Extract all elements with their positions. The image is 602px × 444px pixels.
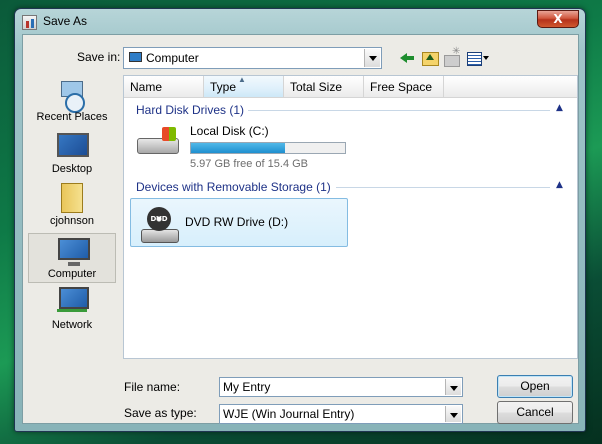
file-name-input[interactable]: My Entry bbox=[219, 377, 463, 397]
chevron-down-icon[interactable] bbox=[445, 379, 461, 395]
recent-places-icon bbox=[57, 79, 87, 113]
drive-name: DVD RW Drive (D:) bbox=[185, 215, 289, 229]
save-as-type-dropdown[interactable]: WJE (Win Journal Entry) bbox=[219, 404, 463, 424]
chevron-down-icon[interactable] bbox=[364, 49, 380, 67]
views-menu-icon[interactable] bbox=[466, 49, 492, 67]
column-header-name[interactable]: Name bbox=[124, 76, 204, 98]
chevron-down-icon[interactable] bbox=[445, 406, 461, 422]
dvd-drive-icon: DVD bbox=[141, 207, 179, 243]
window-title: Save As bbox=[43, 14, 88, 28]
new-folder-icon[interactable] bbox=[443, 46, 461, 67]
place-computer[interactable]: Computer bbox=[28, 233, 116, 283]
column-header-filler bbox=[444, 76, 577, 98]
up-folder-icon[interactable] bbox=[421, 49, 439, 67]
column-header-label: Type bbox=[210, 80, 237, 94]
journal-app-icon bbox=[22, 15, 37, 30]
user-folder-icon bbox=[61, 183, 83, 213]
save-as-dialog: Save As X Save in: Computer Recent Place… bbox=[14, 8, 586, 432]
group-divider bbox=[336, 187, 550, 188]
column-header-free-space[interactable]: Free Space bbox=[364, 76, 444, 98]
drive-item-local-disk[interactable]: Local Disk (C:) 5.97 GB free of 15.4 GB bbox=[129, 120, 354, 172]
collapse-group-icon[interactable]: ▲ bbox=[556, 180, 563, 190]
desktop-icon bbox=[57, 133, 89, 157]
collapse-group-icon[interactable]: ▲ bbox=[556, 103, 563, 113]
save-in-value: Computer bbox=[146, 51, 199, 65]
dialog-body: Save in: Computer Recent Places Desktop … bbox=[22, 34, 579, 424]
capacity-bar bbox=[190, 142, 346, 154]
capacity-used-fill bbox=[191, 143, 286, 153]
free-space-text: 5.97 GB free of 15.4 GB bbox=[190, 158, 309, 170]
place-user[interactable]: cjohnson bbox=[28, 181, 116, 231]
open-button[interactable]: Open bbox=[497, 375, 573, 398]
place-label: Network bbox=[51, 319, 93, 331]
title-bar[interactable]: Save As X bbox=[15, 9, 585, 35]
group-title-removable[interactable]: Devices with Removable Storage (1) bbox=[136, 180, 331, 194]
save-as-type-label: Save as type: bbox=[124, 406, 197, 420]
back-icon[interactable] bbox=[399, 49, 417, 67]
place-desktop[interactable]: Desktop bbox=[28, 129, 116, 179]
file-list-view[interactable]: Name Type ▲ Total Size Free Space Hard D… bbox=[123, 75, 578, 359]
group-title-hard-disks[interactable]: Hard Disk Drives (1) bbox=[136, 103, 244, 117]
cancel-button[interactable]: Cancel bbox=[497, 401, 573, 424]
place-label: Desktop bbox=[51, 163, 93, 175]
group-divider bbox=[248, 110, 550, 111]
sort-ascending-icon: ▲ bbox=[238, 75, 246, 84]
column-header-total-size[interactable]: Total Size bbox=[284, 76, 364, 98]
hard-disk-icon bbox=[137, 127, 179, 154]
place-network[interactable]: Network bbox=[28, 285, 116, 335]
network-icon bbox=[57, 287, 89, 315]
drive-item-dvd[interactable]: DVD DVD RW Drive (D:) bbox=[130, 198, 348, 247]
computer-small-icon bbox=[129, 52, 142, 62]
file-name-value: My Entry bbox=[223, 380, 271, 394]
save-in-dropdown[interactable]: Computer bbox=[123, 47, 382, 69]
column-header-type[interactable]: Type ▲ bbox=[204, 76, 284, 98]
close-button[interactable]: X bbox=[537, 10, 579, 28]
dvd-disc-label: DVD bbox=[147, 207, 171, 231]
places-bar: Recent Places Desktop cjohnson Computer … bbox=[28, 77, 118, 367]
place-label: Recent Places bbox=[36, 111, 108, 123]
place-recent-places[interactable]: Recent Places bbox=[28, 77, 116, 127]
file-name-label: File name: bbox=[124, 380, 181, 394]
computer-icon bbox=[58, 238, 90, 266]
place-label: cjohnson bbox=[49, 215, 95, 227]
drive-name: Local Disk (C:) bbox=[190, 124, 269, 138]
save-in-label: Save in: bbox=[77, 50, 121, 64]
place-label: Computer bbox=[47, 268, 97, 280]
save-as-type-value: WJE (Win Journal Entry) bbox=[223, 407, 355, 421]
